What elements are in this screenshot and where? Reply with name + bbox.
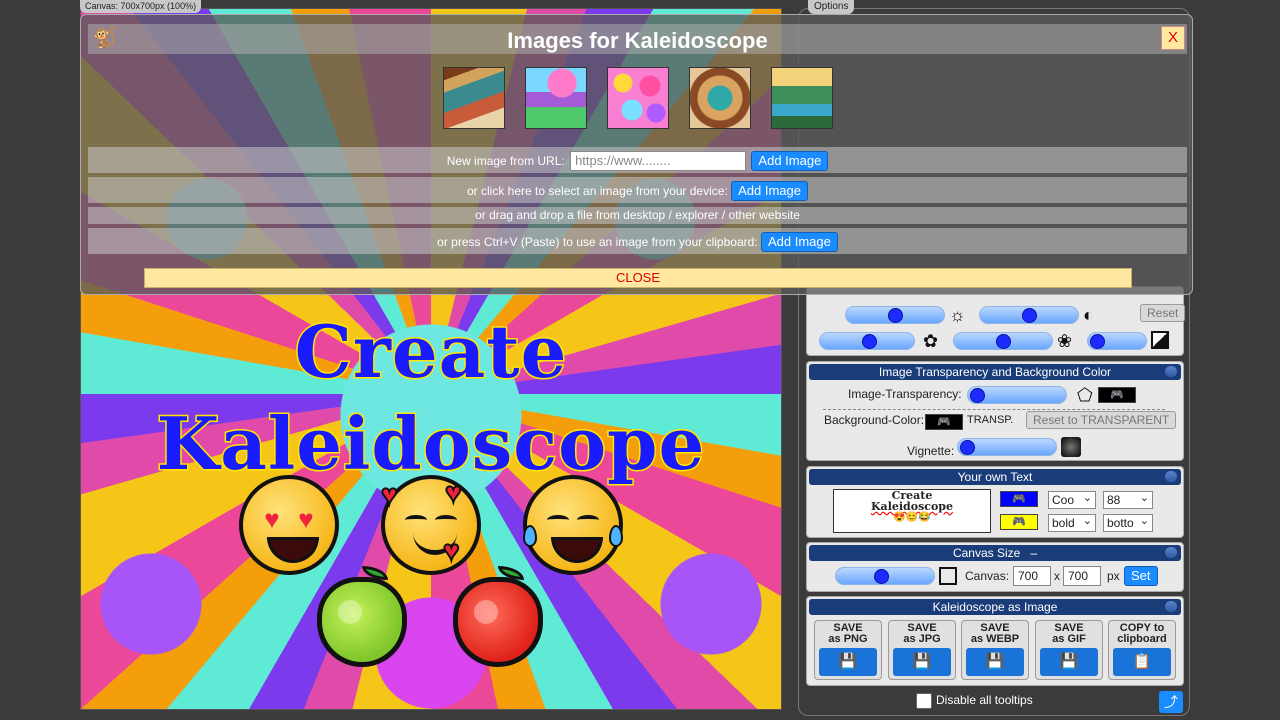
text-position-select[interactable]: botto [1103,514,1153,532]
own-text-preview-line2: Kaleidoscope [871,500,953,513]
green-apple-icon [317,566,407,667]
pottery-thumbnail[interactable] [443,67,505,129]
add-image-device-button[interactable]: Add Image [731,180,808,201]
floppy-disk-icon: 💾 [1040,648,1098,676]
font-select[interactable]: Coo [1048,491,1096,509]
save-header: Kaleidoscope as Image [932,600,1058,614]
transp-label: TRANSP. [967,414,1014,426]
fantasy-mushroom-thumbnail[interactable] [525,67,587,129]
canvas-width-input[interactable]: 700 [1013,566,1051,586]
saturation-slider[interactable] [819,332,915,350]
hue-slider[interactable] [953,332,1053,350]
text-color-swatch[interactable]: 🎮 [1000,491,1038,507]
image-filters-section: ☼ ◐ Reset ✿ ❀ [806,286,1186,356]
canvas-label: Canvas: [965,569,1010,583]
share-icon[interactable]: ⤴ [1159,691,1183,713]
ornament-thumbnail[interactable] [689,67,751,129]
contrast-slider[interactable] [979,306,1079,324]
tears-of-joy-emoji-icon [523,475,623,575]
collapse-dot-icon[interactable] [1165,547,1177,558]
reset-transparent-button[interactable]: Reset to TRANSPARENT [1026,411,1177,429]
drag-drop-label: or drag and drop a file from desktop / e… [475,208,800,223]
font-size-select[interactable]: 88 [1103,491,1153,509]
heart-icon: ♥ [380,478,399,511]
paste-row: or press Ctrl+V (Paste) to use an image … [88,228,1187,254]
collapse-dot-icon[interactable] [1165,471,1177,482]
invert-slider[interactable] [1087,332,1147,350]
url-row: New image from URL: https://www........ … [88,147,1187,173]
flower-outline-icon: ❀ [1057,331,1073,351]
canvas-px-label: px [1107,569,1120,583]
canvas-fit-icon [939,567,957,585]
floppy-disk-icon: 💾 [966,648,1024,676]
save-jpg-button[interactable]: SAVE as JPG 💾 [888,620,956,680]
own-text-preview-emojis: 😍😊😂 [893,512,931,523]
image-url-input[interactable]: https://www........ [570,150,747,171]
heart-eyes-emoji-icon: ♥ ♥ [239,475,339,575]
font-weight-select[interactable]: bold [1048,514,1096,532]
sun-icon: ☼ [949,305,966,325]
vignette-slider[interactable] [957,438,1057,456]
text-outline-color-swatch[interactable]: 🎮 [1000,514,1038,530]
device-row-label: or click here to select an image from yo… [467,183,728,198]
canvas-size-label: Canvas: 700x700px (100%) [80,0,202,13]
own-text-header: Your own Text [957,470,1033,484]
transparency-section: Image Transparency and Background Color … [806,361,1184,461]
landscape-thumbnail[interactable] [771,67,833,129]
save-gif-button[interactable]: SAVE as GIF 💾 [1035,620,1103,680]
image-transparency-slider[interactable] [967,386,1067,404]
canvas-size-header-suffix: – [1030,546,1038,560]
image-transparency-label: Image-Transparency: [848,387,962,401]
save-png-button[interactable]: SAVE as PNG 💾 [814,620,882,680]
disable-tooltips-checkbox[interactable] [916,693,932,709]
modal-title: Images for Kaleidoscope [507,28,768,53]
add-image-paste-button[interactable]: Add Image [760,231,838,252]
vignette-icon [1061,437,1081,457]
heart-icon: ♥ [442,534,461,567]
canvas-height-input[interactable]: 700 [1063,566,1101,586]
filters-reset-button[interactable]: Reset [1140,304,1186,322]
canvas-x-label: x [1054,569,1060,583]
device-row: or click here to select an image from yo… [88,177,1187,203]
copy-clipboard-button[interactable]: COPY to clipboard 📋 [1108,620,1176,680]
images-modal: 🐒 Images for Kaleidoscope X New image fr… [80,14,1193,295]
canvas-size-header: Canvas Size [952,546,1021,560]
background-color-label: Background-Color: [824,413,925,427]
vignette-label: Vignette: [907,444,955,458]
url-row-label: New image from URL: [446,153,565,168]
brightness-slider[interactable] [845,306,945,324]
options-tab[interactable]: Options [808,0,855,14]
modal-close-button[interactable]: CLOSE [144,268,1132,288]
transparency-color-swatch[interactable]: 🎮 [1098,387,1136,403]
own-text-section: Your own Text Create Kaleidoscope 😍😊😂 🎮 … [806,466,1184,538]
clipboard-icon: 📋 [1113,648,1171,676]
invert-icon [1151,331,1169,349]
heart-icon: ♥ [444,476,463,509]
disable-tooltips-row[interactable]: Disable all tooltips [916,693,1033,709]
canvas-text-line1: Create [293,308,568,396]
save-webp-button[interactable]: SAVE as WEBP 💾 [961,620,1029,680]
modal-close-x-button[interactable]: X [1161,26,1185,50]
red-apple-icon [453,566,543,667]
flowers-thumbnail[interactable] [607,67,669,129]
paste-row-label: or press Ctrl+V (Paste) to use an image … [437,234,758,249]
modal-title-bar: 🐒 Images for Kaleidoscope [88,24,1187,54]
drag-drop-row[interactable]: or drag and drop a file from desktop / e… [88,207,1187,224]
transparency-header: Image Transparency and Background Color [878,365,1112,379]
background-color-swatch[interactable]: 🎮 [925,414,963,430]
floppy-disk-icon: 💾 [893,648,951,676]
own-text-textarea[interactable]: Create Kaleidoscope 😍😊😂 [833,489,991,533]
floppy-disk-icon: 💾 [819,648,877,676]
canvas-text-line2: Kaleidoscope [155,400,706,488]
canvas-size-section: Canvas Size – Canvas: 700 x 700 px Set [806,542,1184,592]
canvas-zoom-slider[interactable] [835,567,935,585]
flower-icon: ✿ [923,331,939,351]
disable-tooltips-label: Disable all tooltips [936,693,1033,708]
collapse-dot-icon[interactable] [1165,601,1177,612]
add-image-url-button[interactable]: Add Image [751,150,829,171]
contrast-icon: ◐ [1083,305,1094,325]
pentagon-icon: ⬠ [1077,385,1093,405]
canvas-set-button[interactable]: Set [1124,566,1158,586]
collapse-dot-icon[interactable] [1165,366,1177,377]
